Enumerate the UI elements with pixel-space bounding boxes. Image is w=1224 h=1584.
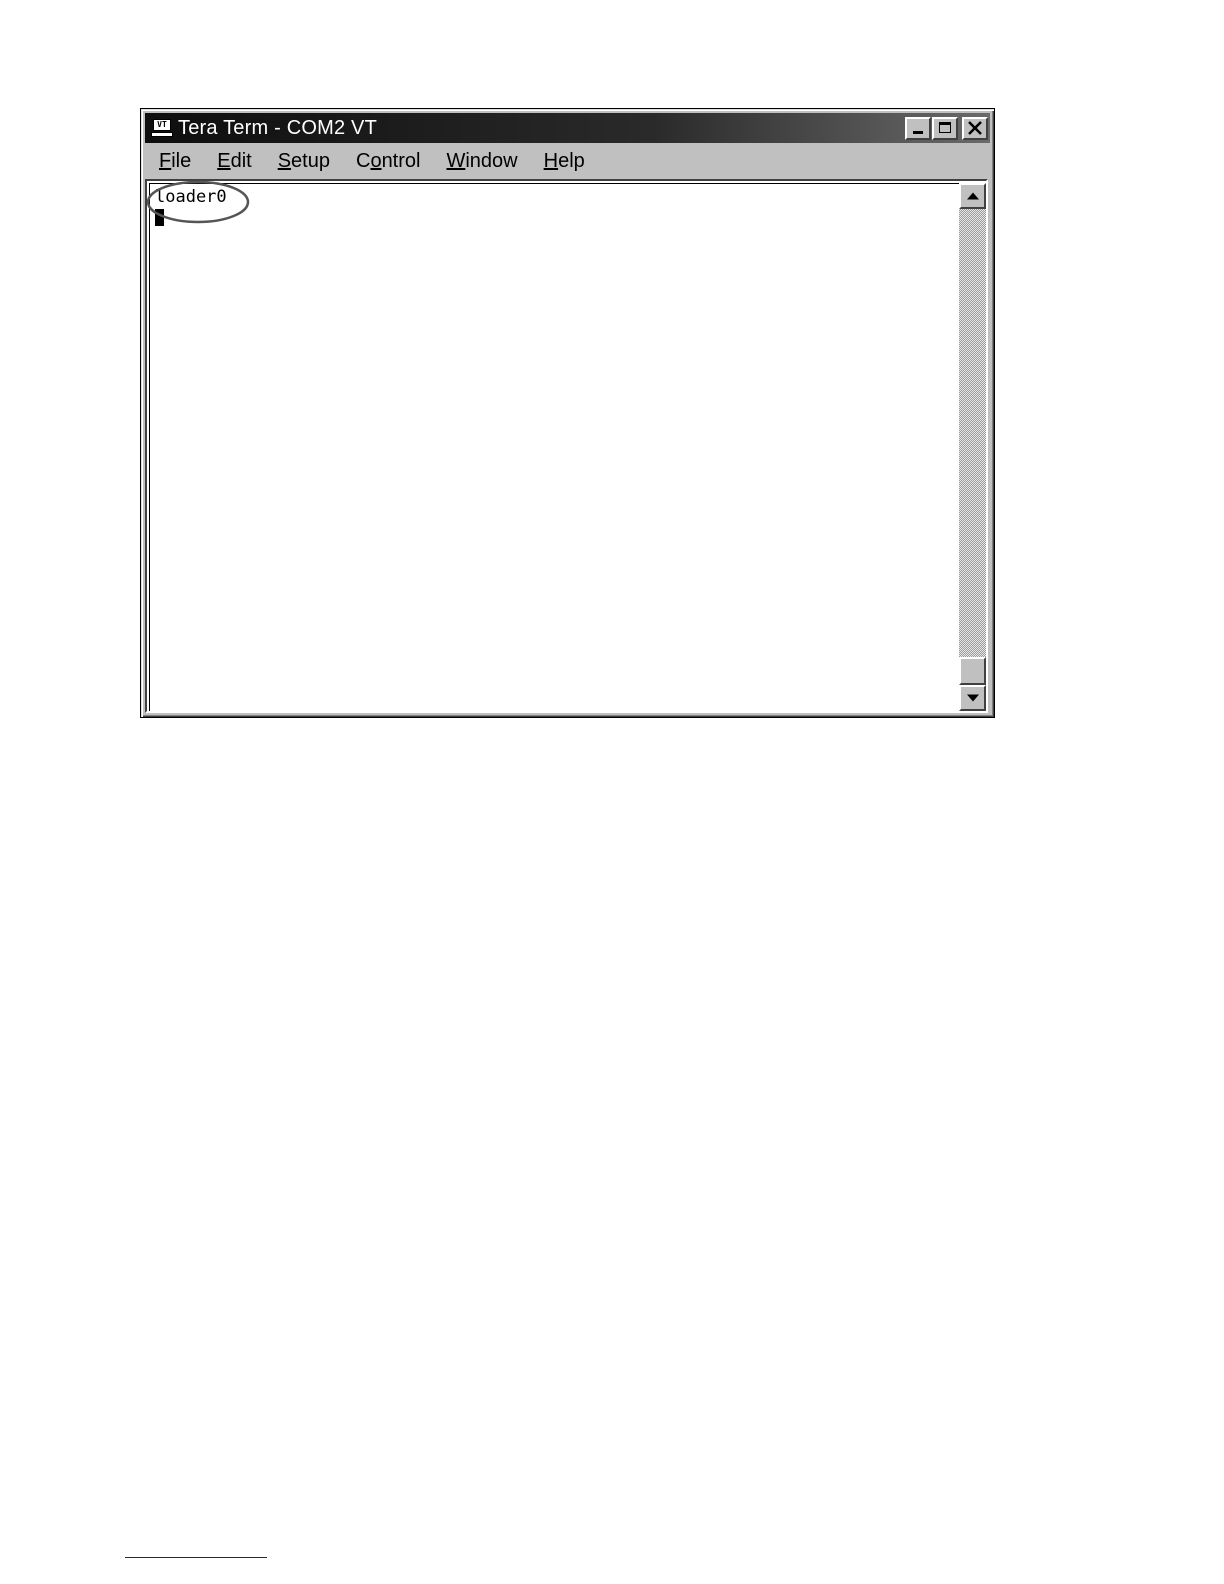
menu-control[interactable]: Control (342, 150, 432, 173)
maximize-icon (939, 121, 951, 133)
menu-file-accel: F (159, 149, 172, 172)
menu-control-label: ntrol (381, 149, 421, 172)
window-controls (904, 116, 988, 140)
terminal-line-1: loader0 (155, 187, 227, 207)
close-icon (968, 120, 982, 135)
arrow-up-icon (966, 192, 979, 200)
menu-setup-label: etup (291, 149, 330, 172)
menu-help[interactable]: Help (530, 150, 597, 173)
menu-control-pre: C (355, 149, 371, 172)
menu-window-accel: W (446, 149, 466, 172)
arrow-down-icon (966, 694, 979, 702)
maximize-button[interactable] (932, 116, 958, 140)
menu-bar: File Edit Setup Control Window Help (145, 145, 990, 177)
menu-file[interactable]: File (145, 150, 203, 173)
window-title: Tera Term - COM2 VT (178, 116, 378, 139)
block-cursor (155, 209, 164, 226)
menu-setup-accel: S (277, 149, 292, 172)
menu-file-label: ile (171, 149, 192, 172)
terminal-icon-screen: VT (153, 119, 171, 131)
terminal-area[interactable]: loader0 (145, 179, 988, 713)
title-bar[interactable]: VT Tera Term - COM2 VT (145, 113, 990, 143)
terminal-viewport[interactable]: loader0 (146, 180, 986, 711)
footnote-rule (125, 1557, 267, 1558)
vertical-scrollbar[interactable] (959, 183, 986, 711)
menu-window[interactable]: Window (432, 150, 529, 173)
terminal-icon[interactable]: VT (151, 118, 173, 138)
close-button[interactable] (962, 116, 988, 140)
menu-window-label: indow (465, 149, 518, 172)
menu-help-accel: H (543, 149, 559, 172)
minimize-button[interactable] (905, 116, 931, 140)
menu-edit-label: dit (230, 149, 252, 172)
menu-edit[interactable]: Edit (203, 150, 263, 173)
minimize-icon (913, 130, 923, 134)
terminal-icon-keyboard (151, 132, 173, 137)
menu-edit-accel: E (217, 149, 231, 172)
tera-term-window: VT Tera Term - COM2 VT File Edit Setup C… (140, 108, 995, 718)
menu-setup[interactable]: Setup (264, 150, 342, 173)
scroll-thumb[interactable] (959, 657, 986, 685)
scroll-up-button[interactable] (959, 183, 986, 209)
scroll-down-button[interactable] (959, 685, 986, 711)
menu-help-label: elp (558, 149, 585, 172)
menu-control-accel: o (370, 149, 382, 172)
